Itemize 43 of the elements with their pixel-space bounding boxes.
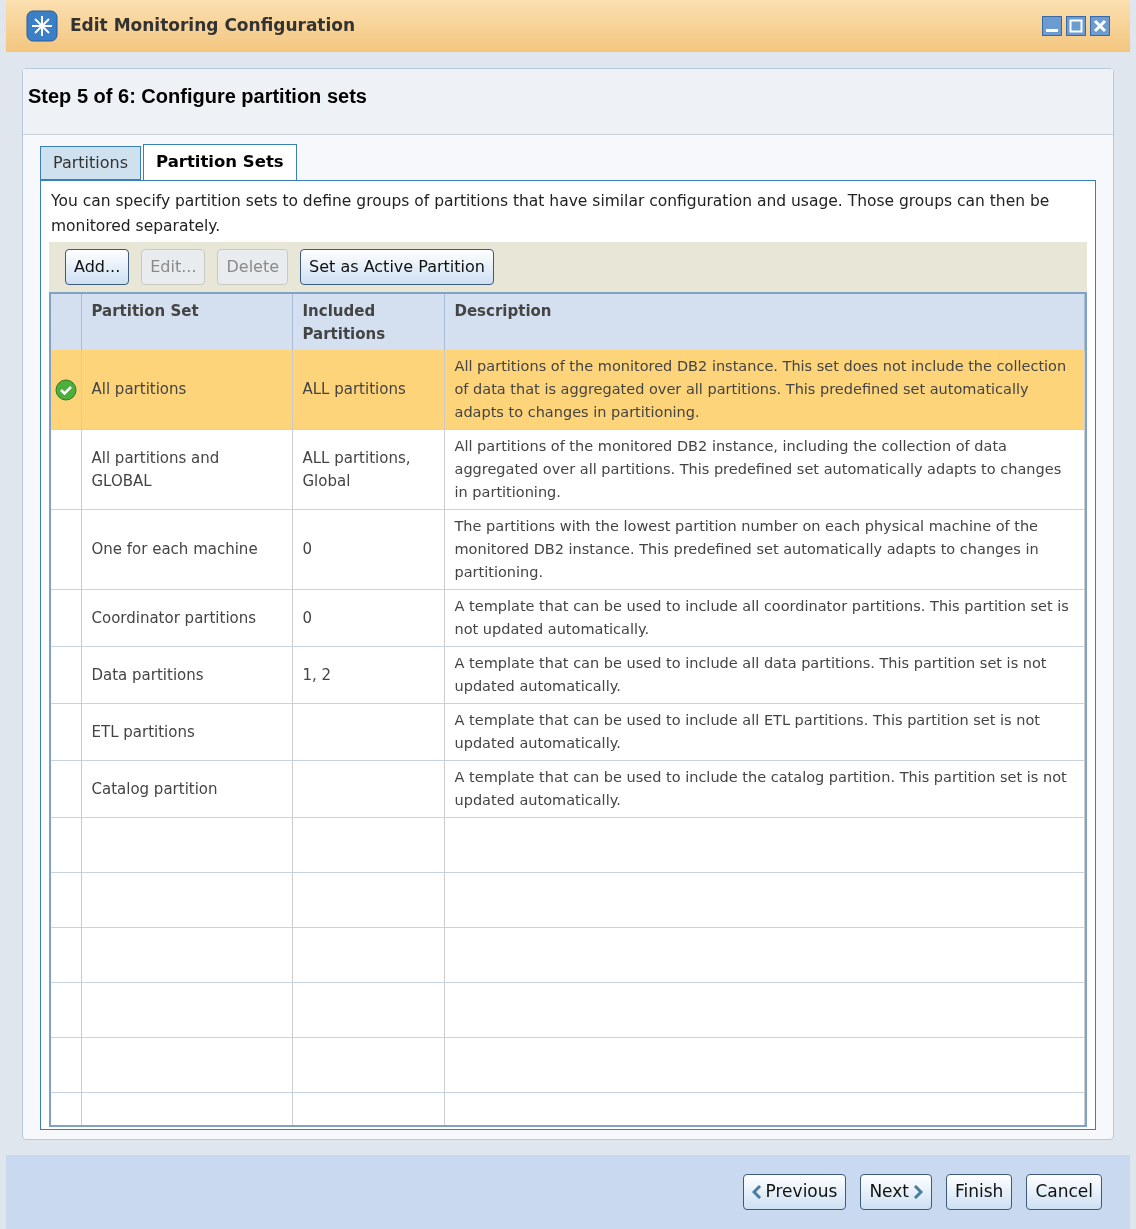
window-title: Edit Monitoring Configuration <box>70 14 356 38</box>
table-row[interactable]: Data partitions 1, 2 A template that can be used to include all data partitions. This partition set is not updated automatically. <box>51 646 1085 704</box>
table-cell: All partitions <box>91 380 187 398</box>
table-cell: Coordinator partitions <box>91 608 257 627</box>
table-cell: ETL partitions <box>91 722 195 741</box>
previous-button[interactable]: Previous <box>742 1174 847 1210</box>
app-icon <box>26 10 58 42</box>
toolbar-button[interactable]: Add... <box>65 249 130 285</box>
table-cell: A template that can be used to include all ETL partitions. This partition set is not updated automatically. <box>454 712 1040 751</box>
table-cell: Data partitions <box>91 665 204 684</box>
table-cell: 1, 2 <box>302 665 332 684</box>
table-cell: 0 <box>302 540 313 558</box>
next-button[interactable]: Next <box>860 1174 932 1210</box>
table-row[interactable]: Coordinator partitions 0 A template that can be used to include all coordinator partitions. This partition set is not updated automatically. <box>51 589 1085 647</box>
table-cell: A template that can be used to include the catalog partition. This partition set is not updated automatically. <box>454 769 1067 808</box>
minimize-icon[interactable] <box>1042 16 1062 36</box>
tab[interactable]: Partitions <box>40 146 141 180</box>
toolbar-button[interactable]: Set as Active Partition <box>300 249 494 285</box>
table-cell: One for each machine <box>91 540 258 558</box>
table-cell: A template that can be used to include all coordinator partitions. This partition set is not updated automatically. <box>454 598 1069 637</box>
table-cell: Catalog partition <box>91 779 218 798</box>
table-row[interactable]: Catalog partition A template that can be used to include the catalog partition. This partition set is not updated automatically. <box>51 760 1085 818</box>
close-icon[interactable] <box>1090 16 1110 36</box>
chevron-left-icon <box>751 1185 762 1199</box>
table-row[interactable]: ETL partitions A template that can be used to include all ETL partitions. This partition set is not updated automatically. <box>51 703 1085 761</box>
table-cell: The partitions with the lowest partition number on each physical machine of the monitored DB2 instance. This predefined set automatically adapts to changes in partitioning. <box>454 518 1039 580</box>
table-cell: ALL partitions, Global <box>302 448 411 490</box>
table-cell: 0 <box>302 608 313 627</box>
table-row[interactable] <box>51 350 1085 430</box>
maximize-icon[interactable] <box>1066 16 1086 36</box>
table-cell: A template that can be used to include all data partitions. This partition set is not updated automatically. <box>454 655 1047 694</box>
chevron-right-icon <box>913 1185 923 1199</box>
intro-text: You can specify partition sets to define groups of partitions that have similar configuration and usage. Those groups can then be monitored separately. <box>50 191 1051 237</box>
footer-button[interactable]: Finish <box>946 1174 1013 1210</box>
table-row[interactable] <box>51 429 1085 510</box>
table-cell: All partitions and GLOBAL <box>91 448 220 490</box>
table-cell: All partitions of the monitored DB2 instance, including the collection of data aggregated over all partitions. This predefined set automatically adapts to changes in partitioning. <box>454 438 1062 500</box>
footer-button[interactable]: Cancel <box>1026 1174 1102 1210</box>
step-title: Step 5 of 6: Configure partition sets <box>28 84 367 109</box>
table-row[interactable]: One for each machine 0 The partitions with the lowest partition number on each physical machine of the monitored DB2 instance. This predefined set automatically adapts to changes in partitioning. <box>51 509 1085 590</box>
table-cell: All partitions of the monitored DB2 instance. This set does not include the collection of data that is aggregated over all partitions. This predefined set automatically adapts to changes in partitioning. <box>454 358 1067 420</box>
table-cell: ALL partitions <box>302 380 406 398</box>
tab[interactable]: Partition Sets <box>143 144 297 181</box>
